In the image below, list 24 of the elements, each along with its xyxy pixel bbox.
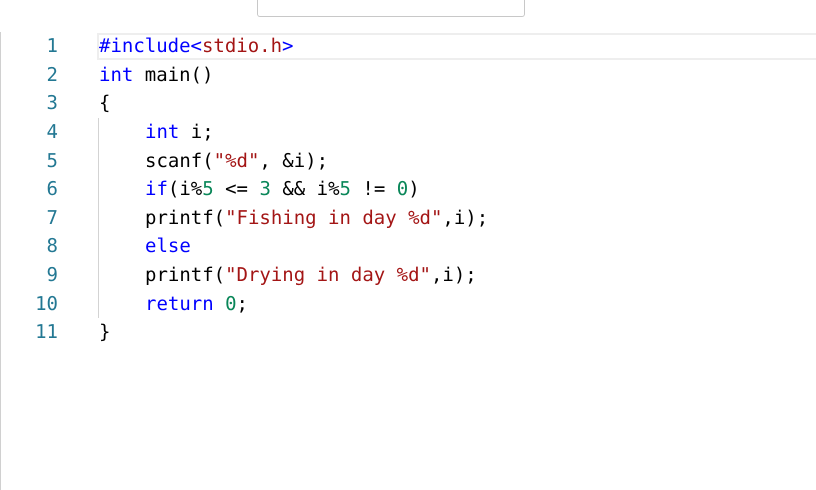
code-line: else — [144, 234, 192, 260]
line-number: 7 — [46, 206, 58, 229]
code-line: return 0; — [144, 292, 249, 317]
line-number: 1 — [46, 35, 58, 58]
code-editor[interactable]: 1 #include<stdio.h> 2 int main() 3 { 4 int i; 5 scanf("%d", &i); 6 if(i%5 <= 3 && i%5 != 0) 7 printf("Fishing in day %d",i); 8 else 9 printf("Drying in day %d",i); 10 return 0; 11 } — [0, 32, 816, 490]
text-field[interactable] — [257, 0, 525, 17]
code-line: { — [98, 91, 112, 116]
code-line: printf("Drying in day %d",i); — [144, 263, 478, 288]
code-line: int main() — [98, 62, 214, 88]
line-number: 6 — [46, 178, 58, 200]
code-line: int i; — [144, 120, 215, 146]
code-line: if(i%5 <= 3 && i%5 != 0) — [144, 177, 421, 202]
current-code-line: #include<stdio.h> — [97, 32, 816, 60]
line-number: 4 — [46, 121, 58, 144]
code-line: } — [98, 320, 112, 346]
code-line: printf("Fishing in day %d",i); — [144, 206, 490, 231]
line-number: 10 — [34, 292, 58, 315]
code-line: scanf("%d", &i); — [144, 148, 330, 174]
line-number: 8 — [46, 235, 58, 258]
line-number: 3 — [46, 92, 58, 114]
line-number: 5 — [46, 150, 58, 172]
line-number: 9 — [46, 264, 58, 286]
line-number: 2 — [46, 64, 58, 86]
line-number: 11 — [34, 321, 58, 344]
